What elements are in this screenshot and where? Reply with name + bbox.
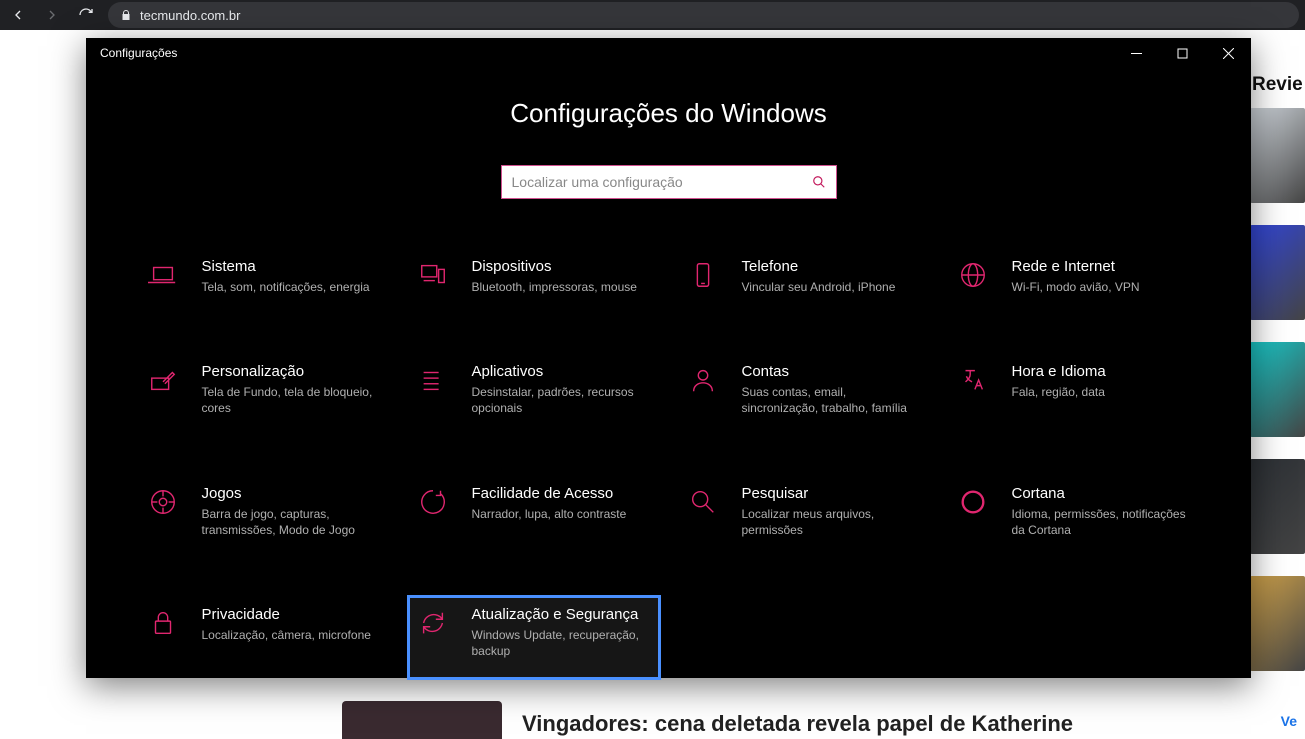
settings-item-subtitle: Desinstalar, padrões, recursos opcionais bbox=[472, 384, 647, 416]
settings-item-subtitle: Tela de Fundo, tela de bloqueio, cores bbox=[202, 384, 377, 416]
article-teaser: Vingadores: cena deletada revela papel d… bbox=[0, 701, 1305, 739]
settings-item-aplicativos[interactable]: Aplicativos Desinstalar, padrões, recurso… bbox=[407, 352, 661, 429]
apps-icon bbox=[416, 363, 450, 397]
settings-item-subtitle: Wi-Fi, modo avião, VPN bbox=[1012, 279, 1140, 295]
globe-icon bbox=[956, 258, 990, 292]
browser-toolbar: tecmundo.com.br bbox=[0, 0, 1305, 30]
settings-item-contas[interactable]: Contas Suas contas, email, sincronização,… bbox=[677, 352, 931, 429]
maximize-button[interactable] bbox=[1159, 38, 1205, 68]
settings-item-title: Cortana bbox=[1012, 485, 1187, 502]
settings-item-title: Atualização e Segurança bbox=[472, 606, 647, 623]
settings-item-subtitle: Bluetooth, impressoras, mouse bbox=[472, 279, 637, 295]
gaming-icon bbox=[146, 485, 180, 519]
ease-icon bbox=[416, 485, 450, 519]
settings-item-subtitle: Localizar meus arquivos, permissões bbox=[742, 506, 917, 538]
address-bar[interactable]: tecmundo.com.br bbox=[108, 2, 1299, 28]
see-more-link[interactable]: Ve bbox=[1281, 713, 1297, 729]
settings-item-subtitle: Localização, câmera, microfone bbox=[202, 627, 371, 643]
time-lang-icon bbox=[956, 363, 990, 397]
review-thumbnail[interactable] bbox=[1250, 576, 1305, 671]
settings-item-subtitle: Barra de jogo, capturas, transmissões, M… bbox=[202, 506, 377, 538]
review-thumbnail[interactable] bbox=[1250, 459, 1305, 554]
settings-item-rede[interactable]: Rede e Internet Wi-Fi, modo avião, VPN bbox=[947, 247, 1201, 308]
sidebar-heading: Revie bbox=[1250, 70, 1305, 108]
search-input[interactable] bbox=[512, 174, 812, 190]
settings-item-title: Contas bbox=[742, 363, 917, 380]
settings-item-jogos[interactable]: Jogos Barra de jogo, capturas, transmissõ… bbox=[137, 474, 391, 551]
settings-item-sistema[interactable]: Sistema Tela, som, notificações, energia bbox=[137, 247, 391, 308]
search-icon bbox=[812, 175, 826, 189]
settings-item-title: Jogos bbox=[202, 485, 377, 502]
settings-item-title: Telefone bbox=[742, 258, 896, 275]
devices-icon bbox=[416, 258, 450, 292]
minimize-button[interactable] bbox=[1113, 38, 1159, 68]
settings-item-hora[interactable]: Hora e Idioma Fala, região, data bbox=[947, 352, 1201, 429]
reload-button[interactable] bbox=[74, 3, 98, 27]
settings-item-subtitle: Idioma, permissões, notificações da Cort… bbox=[1012, 506, 1187, 538]
settings-item-atualizacao[interactable]: Atualização e Segurança Windows Update, r… bbox=[407, 595, 661, 680]
settings-item-subtitle: Narrador, lupa, alto contraste bbox=[472, 506, 627, 522]
settings-item-telefone[interactable]: Telefone Vincular seu Android, iPhone bbox=[677, 247, 931, 308]
review-thumbnail[interactable] bbox=[1250, 225, 1305, 320]
settings-item-personalizacao[interactable]: Personalização Tela de Fundo, tela de blo… bbox=[137, 352, 391, 429]
settings-item-pesquisar[interactable]: Pesquisar Localizar meus arquivos, permis… bbox=[677, 474, 931, 551]
address-text: tecmundo.com.br bbox=[140, 8, 240, 23]
person-icon bbox=[686, 363, 720, 397]
settings-item-title: Hora e Idioma bbox=[1012, 363, 1106, 380]
window-title: Configurações bbox=[100, 46, 177, 60]
review-thumbnail[interactable] bbox=[1250, 108, 1305, 203]
settings-item-subtitle: Tela, som, notificações, energia bbox=[202, 279, 370, 295]
forward-button[interactable] bbox=[40, 3, 64, 27]
article-thumbnail bbox=[342, 701, 502, 739]
title-bar: Configurações bbox=[86, 38, 1251, 68]
search-box[interactable] bbox=[501, 165, 837, 199]
review-thumbnail[interactable] bbox=[1250, 342, 1305, 437]
lock-icon bbox=[120, 9, 132, 21]
phone-icon bbox=[686, 258, 720, 292]
sidebar-teaser: Revie bbox=[1250, 70, 1305, 693]
settings-item-title: Sistema bbox=[202, 258, 370, 275]
page-title: Configurações do Windows bbox=[510, 98, 827, 129]
settings-item-title: Dispositivos bbox=[472, 258, 637, 275]
settings-item-title: Rede e Internet bbox=[1012, 258, 1140, 275]
close-button[interactable] bbox=[1205, 38, 1251, 68]
settings-item-privacidade[interactable]: Privacidade Localização, câmera, microfon… bbox=[137, 595, 391, 680]
laptop-icon bbox=[146, 258, 180, 292]
lock-icon bbox=[146, 606, 180, 640]
settings-item-cortana[interactable]: Cortana Idioma, permissões, notificações … bbox=[947, 474, 1201, 551]
settings-item-title: Facilidade de Acesso bbox=[472, 485, 627, 502]
settings-item-dispositivos[interactable]: Dispositivos Bluetooth, impressoras, mous… bbox=[407, 247, 661, 308]
cortana-icon bbox=[956, 485, 990, 519]
back-button[interactable] bbox=[6, 3, 30, 27]
settings-item-subtitle: Suas contas, email, sincronização, traba… bbox=[742, 384, 917, 416]
settings-item-title: Personalização bbox=[202, 363, 377, 380]
settings-item-title: Pesquisar bbox=[742, 485, 917, 502]
article-headline: Vingadores: cena deletada revela papel d… bbox=[522, 711, 1073, 737]
settings-item-title: Aplicativos bbox=[472, 363, 647, 380]
settings-item-subtitle: Vincular seu Android, iPhone bbox=[742, 279, 896, 295]
settings-item-title: Privacidade bbox=[202, 606, 371, 623]
settings-window: Configurações Configurações do Windows S… bbox=[86, 38, 1251, 678]
settings-grid: Sistema Tela, som, notificações, energia D… bbox=[137, 247, 1201, 680]
pen-icon bbox=[146, 363, 180, 397]
search-icon bbox=[686, 485, 720, 519]
settings-item-subtitle: Windows Update, recuperação, backup bbox=[472, 627, 647, 659]
settings-item-acessibilidade[interactable]: Facilidade de Acesso Narrador, lupa, alto… bbox=[407, 474, 661, 551]
update-icon bbox=[416, 606, 450, 640]
settings-item-subtitle: Fala, região, data bbox=[1012, 384, 1106, 400]
